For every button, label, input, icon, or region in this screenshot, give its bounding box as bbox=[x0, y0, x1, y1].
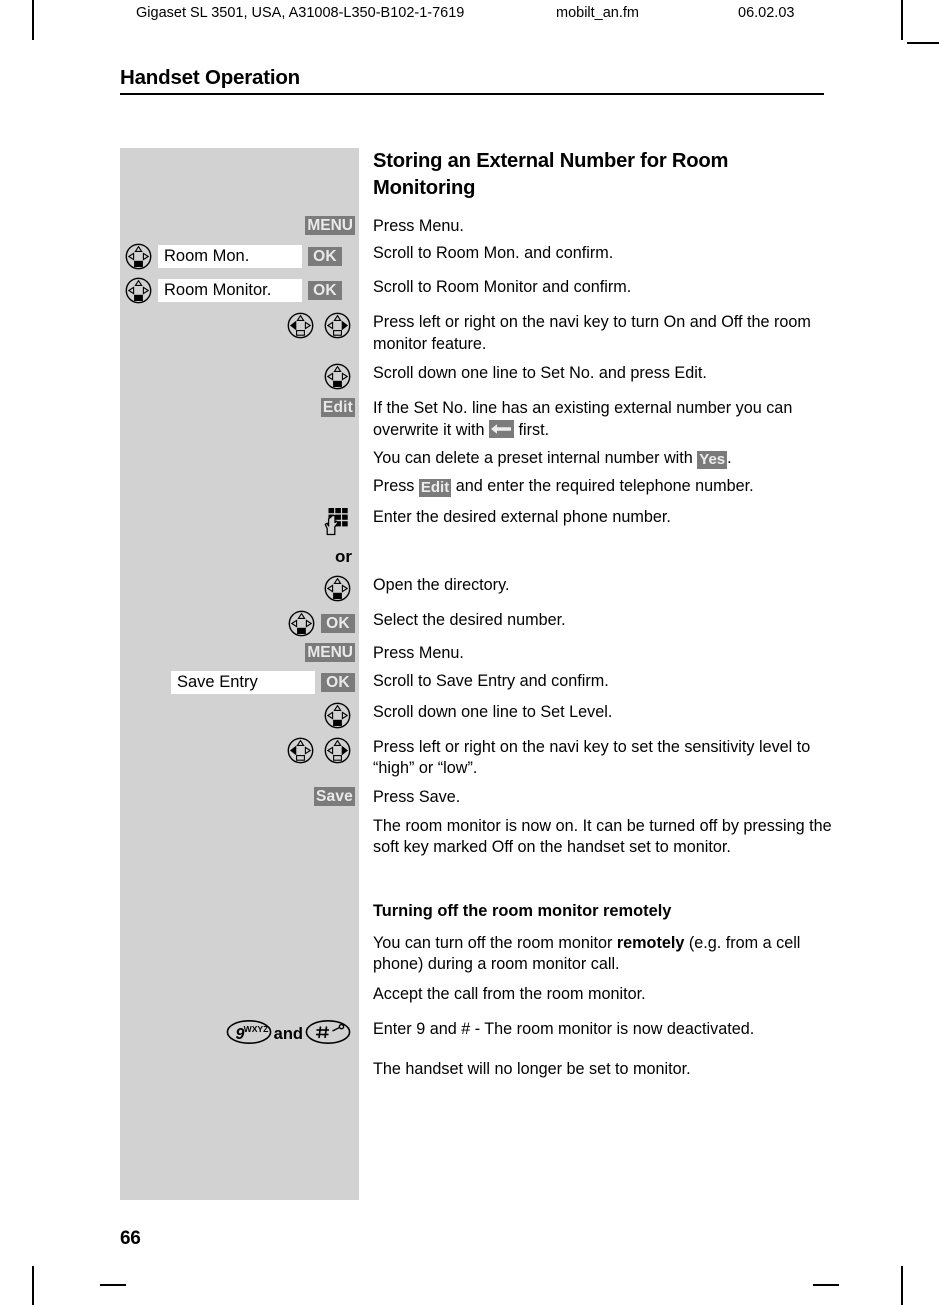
step-text: Press bbox=[373, 477, 419, 496]
step-enter-external: Enter the desired external phone number. bbox=[120, 507, 835, 537]
crop-mark-bottom-left bbox=[32, 1266, 34, 1305]
step-text: Press Menu. bbox=[373, 217, 464, 235]
running-head-filename: mobilt_an.fm bbox=[556, 5, 640, 21]
step-delete-internal: You can delete a preset internal number … bbox=[120, 448, 835, 470]
step-press-menu-2: MENU Press Menu. bbox=[120, 643, 835, 664]
step-text: Press Menu. bbox=[373, 644, 464, 663]
svg-text:WXYZ: WXYZ bbox=[243, 1024, 268, 1034]
step-toggle-on-off: Press left or right on the navi key to t… bbox=[120, 312, 835, 355]
remote-intro-row: You can turn off the room monitor remote… bbox=[120, 933, 835, 976]
crop-mark-bottom-right bbox=[901, 1266, 903, 1305]
step-text: The room monitor is now on. It can be tu… bbox=[373, 816, 832, 857]
step-text: Press Save. bbox=[373, 788, 461, 807]
step-text: If the Set No. line has an existing exte… bbox=[373, 399, 793, 439]
navi-key-down-icon[interactable] bbox=[288, 610, 315, 637]
step-text: Open the directory. bbox=[373, 576, 510, 595]
step-text-suffix: and enter the required telephone number. bbox=[451, 477, 754, 496]
step-text: Press left or right on the navi key to s… bbox=[373, 737, 811, 778]
crop-mark-top-right-h bbox=[907, 42, 939, 44]
step-text: Scroll to Room Mon. and confirm. bbox=[373, 244, 614, 263]
subsection-heading: Turning off the room monitor remotely bbox=[373, 901, 672, 920]
remote-intro-bold: remotely bbox=[616, 933, 685, 952]
navi-key-down-icon[interactable] bbox=[125, 243, 152, 270]
step-press-menu: MENU Press Menu. bbox=[120, 216, 835, 237]
step-text: You can delete a preset internal number … bbox=[373, 449, 698, 468]
navi-key-left-icon[interactable] bbox=[287, 312, 314, 339]
navi-key-down-icon[interactable] bbox=[125, 277, 152, 304]
key-sequence-9-hash: 9 WXYZ and bbox=[226, 1019, 351, 1050]
chapter-title: Handset Operation bbox=[120, 66, 300, 89]
softkey-edit-chip-inline[interactable]: Edit bbox=[418, 479, 452, 498]
menu-line-room-monitor[interactable]: Room Monitor. bbox=[158, 279, 302, 303]
step-text-suffix: first. bbox=[514, 420, 550, 439]
step-select-number: OK Select the desired number. bbox=[120, 610, 835, 637]
icon-cell-empty bbox=[120, 148, 359, 149]
or-label: or bbox=[335, 546, 352, 566]
softkey-menu-chip[interactable]: MENU bbox=[305, 216, 355, 235]
section-heading-row: Storing an External Number for Room Moni… bbox=[120, 148, 835, 211]
procedure-body: Storing an External Number for Room Moni… bbox=[120, 148, 835, 1080]
running-head-document-id: Gigaset SL 3501, USA, A31008-L350-B102-1… bbox=[136, 5, 465, 21]
chapter-header: Handset Operation bbox=[120, 66, 824, 95]
navi-key-down-icon[interactable] bbox=[324, 363, 351, 390]
step-scroll-set-no: Scroll down one line to Set No. and pres… bbox=[120, 363, 835, 390]
step-press-edit: Press Edit and enter the required teleph… bbox=[120, 476, 835, 498]
step-text: Press left or right on the navi key to t… bbox=[373, 313, 811, 353]
and-label: and bbox=[273, 1024, 303, 1043]
crop-mark-bottom-left-h bbox=[100, 1284, 126, 1286]
step-text: Enter the desired external phone number. bbox=[373, 507, 671, 526]
step-scroll-room-monitor: Room Monitor. OK Scroll to Room Monitor … bbox=[120, 277, 835, 304]
step-enter-9-hash: 9 WXYZ and Enter 9 and # - The room moni… bbox=[120, 1019, 835, 1050]
crop-mark-bottom-right-h bbox=[813, 1284, 839, 1286]
step-scroll-room-mon: Room Mon. OK Scroll to Room Mon. and con… bbox=[120, 243, 835, 270]
step-press-save: Save Press Save. bbox=[120, 787, 835, 808]
step-open-directory: Open the directory. bbox=[120, 575, 835, 602]
running-head-date: 06.02.03 bbox=[738, 5, 795, 21]
step-text: Scroll down one line to Set Level. bbox=[373, 702, 613, 721]
step-scroll-set-level: Scroll down one line to Set Level. bbox=[120, 702, 835, 729]
remote-intro-a: You can turn off the room monitor bbox=[373, 933, 617, 952]
step-text: Scroll to Save Entry and confirm. bbox=[373, 671, 609, 690]
softkey-yes-chip[interactable]: Yes bbox=[697, 451, 728, 470]
softkey-save-chip[interactable]: Save bbox=[314, 787, 355, 807]
softkey-edit-chip[interactable]: Edit bbox=[320, 398, 355, 418]
softkey-ok-chip[interactable]: OK bbox=[321, 672, 355, 692]
step-text: Select the desired number. bbox=[373, 611, 566, 630]
step-set-sensitivity: Press left or right on the navi key to s… bbox=[120, 737, 835, 780]
step-accept-call: Accept the call from the room monitor. bbox=[120, 984, 835, 1005]
remote-enter9hash-text: Enter 9 and # - The room monitor is now … bbox=[373, 1019, 755, 1038]
key-hash-icon[interactable] bbox=[305, 1019, 351, 1050]
step-scroll-save-entry: Save Entry OK Scroll to Save Entry and c… bbox=[120, 670, 835, 694]
softkey-ok-chip[interactable]: OK bbox=[321, 614, 355, 634]
remote-nolonger-text: The handset will no longer be set to mon… bbox=[373, 1059, 691, 1078]
chapter-rule bbox=[120, 93, 824, 95]
navi-key-right-icon[interactable] bbox=[324, 312, 351, 339]
navi-key-right-icon[interactable] bbox=[324, 737, 351, 764]
navi-key-left-icon[interactable] bbox=[287, 737, 314, 764]
running-head: Gigaset SL 3501, USA, A31008-L350-B102-1… bbox=[0, 5, 939, 27]
step-text: Scroll down one line to Set No. and pres… bbox=[373, 364, 707, 383]
menu-line-room-mon[interactable]: Room Mon. bbox=[158, 245, 302, 269]
key-9-icon[interactable]: 9 WXYZ bbox=[226, 1019, 272, 1050]
keypad-entry-icon[interactable] bbox=[323, 507, 351, 537]
softkey-ok-chip[interactable]: OK bbox=[308, 247, 342, 267]
softkey-ok-chip[interactable]: OK bbox=[308, 281, 342, 301]
navi-key-down-icon[interactable] bbox=[324, 702, 351, 729]
alternative-separator: or bbox=[120, 547, 835, 568]
navi-key-down-icon[interactable] bbox=[324, 575, 351, 602]
subsection-heading-row: Turning off the room monitor remotely bbox=[120, 901, 835, 922]
page-number: 66 bbox=[120, 1228, 141, 1249]
remote-accept-text: Accept the call from the room monitor. bbox=[373, 984, 646, 1003]
step-text-suffix: . bbox=[727, 449, 732, 468]
step-text: Scroll to Room Monitor and confirm. bbox=[373, 278, 632, 297]
step-no-longer-monitor: The handset will no longer be set to mon… bbox=[120, 1059, 835, 1080]
step-monitor-on: The room monitor is now on. It can be tu… bbox=[120, 816, 835, 859]
softkey-menu-chip[interactable]: MENU bbox=[305, 643, 355, 663]
menu-line-save-entry[interactable]: Save Entry bbox=[171, 670, 315, 694]
section-heading: Storing an External Number for Room Moni… bbox=[373, 150, 729, 199]
step-overwrite: Edit If the Set No. line has an existing… bbox=[120, 398, 835, 441]
back-arrow-key-icon[interactable] bbox=[489, 419, 515, 438]
